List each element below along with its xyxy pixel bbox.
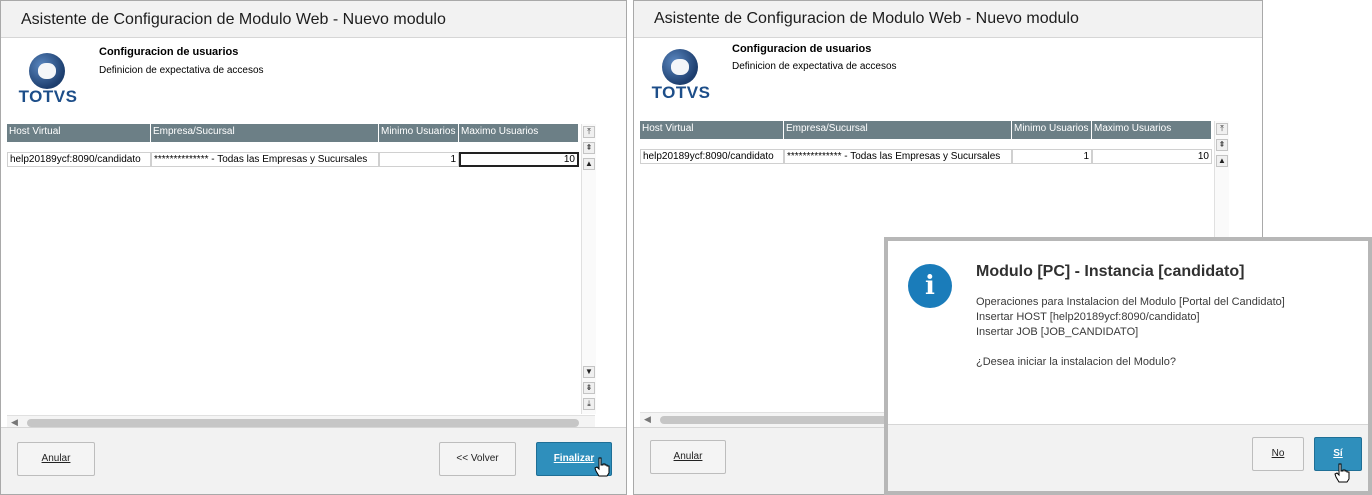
totvs-logo: TOTVS <box>17 53 79 107</box>
horizontal-scroll-thumb[interactable] <box>27 419 579 427</box>
title-bar: Asistente de Configuracion de Modulo Web… <box>634 1 1262 38</box>
step-subtitle: Definicion de expectativa de accesos <box>99 65 264 76</box>
cell-min-users[interactable]: 1 <box>379 152 459 167</box>
window-title: Asistente de Configuracion de Modulo Web… <box>21 11 446 28</box>
anular-button[interactable]: Anular <box>17 442 95 476</box>
logo-text: TOTVS <box>651 83 711 102</box>
scroll-up-icon[interactable]: ▲ <box>1216 155 1228 167</box>
install-confirm-dialog: i Modulo [PC] - Instancia [candidato] Op… <box>884 237 1372 495</box>
column-header-min[interactable]: Minimo Usuarios <box>379 124 459 142</box>
column-header-min[interactable]: Minimo Usuarios <box>1012 121 1092 139</box>
hand-cursor-icon <box>594 457 610 477</box>
window-title: Asistente de Configuracion de Modulo Web… <box>654 10 1079 27</box>
no-button[interactable]: No <box>1252 437 1304 471</box>
column-header-host[interactable]: Host Virtual <box>7 124 151 142</box>
vertical-scrollbar[interactable]: ⤒ ⇞ ▲ ▼ ⇟ ⤓ <box>581 124 596 414</box>
dialog-footer: No Sí <box>888 424 1368 491</box>
info-icon: i <box>908 264 952 308</box>
wizard-window-left: Asistente de Configuracion de Modulo Web… <box>0 0 627 495</box>
cell-max-users[interactable]: 10 <box>1092 149 1212 164</box>
step-title: Configuracion de usuarios <box>99 46 239 58</box>
totvs-logo-icon <box>662 49 698 85</box>
dialog-line: Insertar JOB [JOB_CANDIDATO] <box>976 326 1139 338</box>
cell-max-users[interactable]: 10 <box>459 152 579 167</box>
cell-min-users[interactable]: 1 <box>1012 149 1092 164</box>
dialog-line: Insertar HOST [help20189ycf:8090/candida… <box>976 311 1200 323</box>
wizard-footer: Anular << Volver Finalizar <box>1 427 626 494</box>
hand-cursor-icon <box>1334 463 1350 483</box>
column-header-host[interactable]: Host Virtual <box>640 121 784 139</box>
column-header-empresa[interactable]: Empresa/Sucursal <box>151 124 379 142</box>
scroll-top-icon[interactable]: ⤒ <box>583 126 595 138</box>
cell-empresa[interactable]: ************** - Todas las Empresas y Su… <box>151 152 379 167</box>
dialog-line: Operaciones para Instalacion del Modulo … <box>976 296 1285 308</box>
cell-empresa[interactable]: ************** - Todas las Empresas y Su… <box>784 149 1012 164</box>
step-subtitle: Definicion de expectativa de accesos <box>732 61 897 72</box>
volver-button[interactable]: << Volver <box>439 442 516 476</box>
anular-button[interactable]: Anular <box>650 440 726 474</box>
cell-host[interactable]: help20189ycf:8090/candidato <box>7 152 151 167</box>
column-header-max[interactable]: Maximo Usuarios <box>459 124 579 142</box>
scroll-down-icon[interactable]: ▼ <box>583 366 595 378</box>
scroll-page-down-icon[interactable]: ⇟ <box>583 382 595 394</box>
totvs-logo: TOTVS <box>650 49 712 103</box>
column-header-empresa[interactable]: Empresa/Sucursal <box>784 121 1012 139</box>
scroll-page-up-icon[interactable]: ⇞ <box>583 142 595 154</box>
title-bar: Asistente de Configuracion de Modulo Web… <box>1 1 626 38</box>
column-header-max[interactable]: Maximo Usuarios <box>1092 121 1212 139</box>
scroll-left-icon[interactable]: ◀ <box>644 414 651 425</box>
dialog-title: Modulo [PC] - Instancia [candidato] <box>976 263 1245 280</box>
scroll-bottom-icon[interactable]: ⤓ <box>583 398 595 410</box>
scroll-top-icon[interactable]: ⤒ <box>1216 123 1228 135</box>
dialog-question: ¿Desea iniciar la instalacion del Modulo… <box>976 356 1176 368</box>
cell-host[interactable]: help20189ycf:8090/candidato <box>640 149 784 164</box>
users-grid[interactable]: Host Virtual Empresa/Sucursal Minimo Usu… <box>7 124 581 414</box>
totvs-logo-icon <box>29 53 65 89</box>
step-title: Configuracion de usuarios <box>732 43 872 55</box>
logo-text: TOTVS <box>18 87 78 106</box>
scroll-page-up-icon[interactable]: ⇞ <box>1216 139 1228 151</box>
scroll-up-icon[interactable]: ▲ <box>583 158 595 170</box>
